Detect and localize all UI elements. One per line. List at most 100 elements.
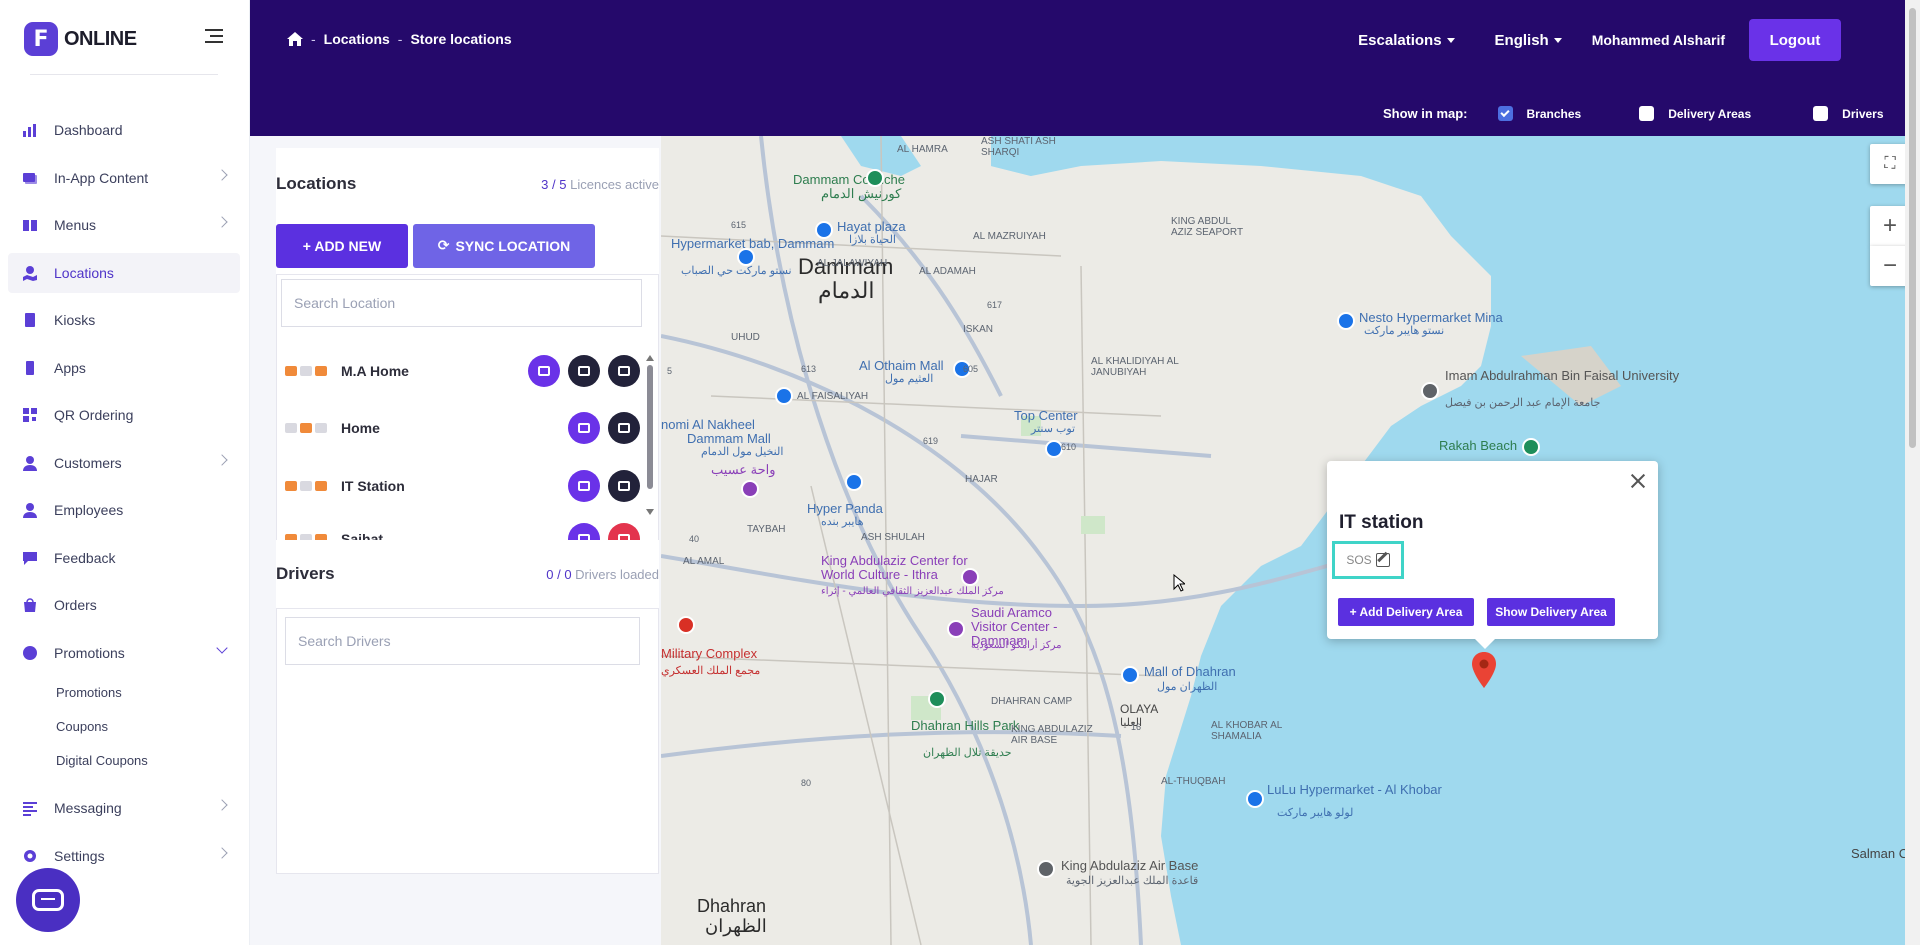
sidebar-item-in-app-content[interactable]: In-App Content [8,158,240,198]
zoom-out-button[interactable]: − [1870,246,1910,286]
culture-marker-icon[interactable] [947,620,965,638]
sos-field[interactable]: SOS [1332,541,1404,579]
popup-title: IT station [1339,512,1424,533]
list-scrollbar[interactable] [646,355,654,515]
edit-button[interactable] [568,523,600,540]
user-name[interactable]: Mohammed Alsharif [1592,32,1725,48]
park-marker-icon[interactable] [866,169,884,187]
sidebar-item-qr-ordering[interactable]: QR Ordering [8,395,240,435]
zoom-in-button[interactable]: + [1870,206,1910,246]
search-drivers-input[interactable] [285,617,640,665]
location-row[interactable]: M.A Home [285,351,640,391]
car-icon [285,534,297,540]
scroll-down-arrow-icon[interactable] [646,509,654,515]
store-button[interactable] [608,470,640,502]
fullscreen-button[interactable]: ⛶ [1870,144,1910,184]
culture-marker-icon[interactable] [741,480,759,498]
shopping-marker-icon[interactable] [845,473,863,491]
edit-button[interactable] [528,355,560,387]
map-label-iskan: ISKAN [963,324,994,335]
park-marker-icon[interactable] [1522,438,1540,456]
university-marker-icon[interactable] [1421,382,1439,400]
location-row[interactable]: Home [285,408,640,448]
chat-widget-button[interactable] [16,868,80,932]
map-filters: Show in map: Branches Delivery Areas Dri… [1383,106,1884,121]
sidebar-subitem-digital-coupons[interactable]: Digital Coupons [56,744,240,778]
sidebar-item-label: Feedback [54,549,116,566]
location-row[interactable]: IT Station [285,466,640,506]
sidebar-subitem-promotions[interactable]: Promotions [56,676,240,710]
map-label-hajar: HAJAR [965,474,998,485]
home-icon[interactable] [287,32,303,46]
map-label-olaya: OLAYA [1120,702,1159,716]
filter-branches[interactable]: Branches [1497,106,1581,121]
language-dropdown[interactable]: English [1495,32,1562,49]
caret-down-icon [1553,37,1562,43]
edit-icon[interactable] [1375,553,1390,567]
checkbox-unchecked[interactable] [1813,106,1829,121]
sidebar-item-orders[interactable]: Orders [8,585,240,625]
sidebar-subitem-coupons[interactable]: Coupons [56,710,240,744]
sidebar-item-locations[interactable]: Locations [8,252,240,293]
airport-marker-icon[interactable] [1037,860,1055,878]
search-location-input[interactable] [281,279,642,327]
culture-marker-icon[interactable] [961,568,979,586]
scroll-thumb[interactable] [647,365,653,489]
qrcode-icon [22,407,38,423]
mobile-icon [22,360,38,376]
hospital-marker-icon[interactable] [677,616,695,634]
filter-delivery-areas[interactable]: Delivery Areas [1639,106,1751,121]
checkbox-unchecked[interactable] [1639,106,1655,121]
main-content: Locations 3 / 5 Licences active + ADD NE… [250,136,1920,945]
map-button[interactable] [608,355,640,387]
sidebar-item-kiosks[interactable]: Kiosks [8,300,240,340]
logout-button[interactable]: Logout [1749,19,1841,61]
delete-button[interactable] [608,523,640,540]
edit-button[interactable] [568,412,600,444]
sidebar-item-apps[interactable]: Apps [8,348,240,388]
shopping-marker-icon[interactable] [1337,312,1355,330]
sidebar-item-promotions[interactable]: Promotions [8,633,240,673]
sidebar-item-label: Kiosks [54,312,96,328]
sidebar-item-customers[interactable]: Customers [8,443,240,483]
sync-location-button[interactable]: ⟳ SYNC LOCATION [413,224,595,268]
drivers-loaded-text: Drivers loaded [575,567,659,582]
park-marker-icon[interactable] [928,690,946,708]
location-row[interactable]: Saihat [285,519,640,540]
page-scrollbar[interactable] [1905,0,1920,945]
drivers-total: 0 [564,567,572,582]
edit-button[interactable] [568,470,600,502]
sidebar-item-dashboard[interactable]: Dashboard [8,110,240,150]
sidebar-item-menus[interactable]: Menus [8,205,240,245]
map-label-imam-university: Imam Abdulrahman Bin Faisal University [1445,368,1679,383]
show-delivery-area-button[interactable]: Show Delivery Area [1487,598,1615,626]
sidebar-item-employees[interactable]: Employees [8,490,240,530]
map-label-al-thuqbah: AL-THUQBAH [1161,776,1226,787]
percent-icon [22,645,38,661]
add-new-button[interactable]: + ADD NEW [276,224,408,268]
escalations-dropdown[interactable]: Escalations [1358,32,1455,49]
store-button[interactable] [568,355,600,387]
store-button[interactable] [608,412,640,444]
map-label-lulu: LuLu Hypermarket - Al Khobar [1267,782,1442,797]
sidebar-item-feedback[interactable]: Feedback [8,538,240,578]
shopping-marker-icon[interactable] [1121,666,1139,684]
scroll-up-arrow-icon[interactable] [646,355,654,361]
selected-location-marker-icon[interactable] [1471,652,1497,688]
filter-drivers[interactable]: Drivers [1813,106,1884,121]
breadcrumb-store-locations: Store locations [410,31,512,47]
map[interactable]: Dammam الدمام Dhahran الظهران Dammam Cor… [661,136,1920,945]
close-icon[interactable] [1628,471,1648,491]
user-tie-icon [22,502,38,518]
checkbox-checked[interactable] [1497,106,1513,121]
shopping-marker-icon[interactable] [1246,790,1264,808]
sidebar-item-messaging[interactable]: Messaging [8,788,240,828]
breadcrumb-locations[interactable]: Locations [324,31,390,47]
shopping-marker-icon[interactable] [737,248,755,266]
shopping-marker-icon[interactable] [775,387,793,405]
menu-toggle-icon[interactable] [205,29,223,45]
page-scroll-thumb[interactable] [1909,8,1916,448]
add-delivery-area-button[interactable]: + Add Delivery Area [1338,598,1474,626]
location-info-popup: IT station SOS + Add Delivery Area Show … [1327,461,1658,649]
brand[interactable]: F ONLINE [24,22,137,56]
